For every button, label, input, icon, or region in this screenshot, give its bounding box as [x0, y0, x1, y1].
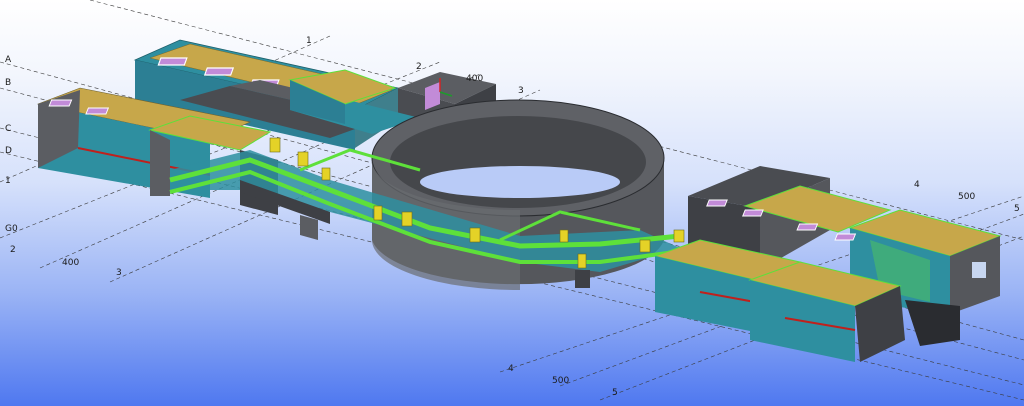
grid-label-g0: G0: [5, 224, 18, 234]
grid-label-5-right: 5: [1014, 204, 1020, 214]
grid-label-400-top: 400: [466, 74, 484, 84]
grid-label-4-right: 4: [914, 180, 920, 190]
grid-label-4-bottom: 4: [508, 364, 514, 374]
3d-model-viewport[interactable]: A B C D 1 G0 2 400 3 1 2 400 3 4 500 5 4…: [0, 0, 1024, 406]
grid-label-400-left: 400: [62, 258, 80, 268]
grid-label-c: C: [5, 124, 12, 134]
grid-label-1-top: 1: [306, 36, 312, 46]
grid-label-a: A: [5, 55, 12, 65]
grid-label-b: B: [5, 78, 12, 88]
grid-label-500-bottom: 500: [552, 376, 570, 386]
grid-label-5-bottom: 5: [612, 388, 618, 398]
grid-label-500-right: 500: [958, 192, 976, 202]
grid-label-2-top: 2: [416, 62, 422, 72]
model-canvas[interactable]: [0, 0, 1024, 406]
grid-label-2-left: 2: [10, 245, 16, 255]
grid-label-1: 1: [5, 176, 11, 186]
grid-label-3-top: 3: [518, 86, 524, 96]
grid-label-d: D: [5, 146, 12, 156]
grid-label-3-left: 3: [116, 268, 122, 278]
